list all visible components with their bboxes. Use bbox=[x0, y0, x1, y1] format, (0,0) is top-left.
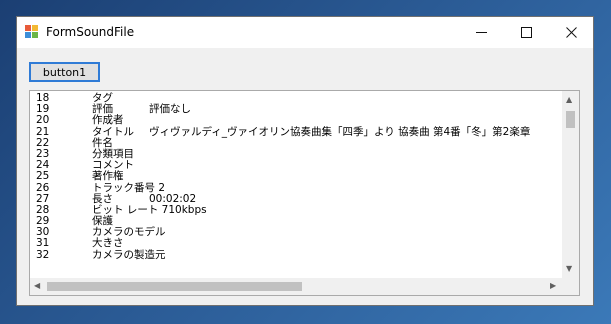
property-name: カメラの製造元 bbox=[92, 248, 166, 261]
multiline-textbox[interactable]: 18 タグ 19 評価 評価なし 20 作成者 21 タイトル ヴィヴァルディ_ヴァイオリン協奏曲… bbox=[29, 90, 580, 296]
maximize-icon bbox=[521, 27, 532, 38]
line-number: 32 bbox=[36, 248, 50, 261]
horizontal-scroll-thumb[interactable] bbox=[47, 282, 302, 291]
scroll-up-icon[interactable]: ▲ bbox=[566, 96, 572, 104]
close-icon bbox=[566, 27, 577, 38]
property-value: 評価なし bbox=[149, 103, 191, 116]
title-bar[interactable]: FormSoundFile bbox=[17, 17, 593, 48]
property-name: 著作権 bbox=[92, 170, 124, 183]
window-title: FormSoundFile bbox=[46, 25, 135, 39]
minimize-button[interactable] bbox=[459, 17, 504, 48]
close-button[interactable] bbox=[549, 17, 594, 48]
horizontal-scrollbar[interactable]: ◀ ▶ bbox=[30, 278, 562, 295]
line-number: 25 bbox=[36, 170, 50, 183]
property-name: 作成者 bbox=[92, 114, 124, 127]
line-number: 20 bbox=[36, 114, 50, 127]
vertical-scrollbar[interactable]: ▲ ▼ bbox=[562, 91, 579, 278]
main-window: FormSoundFile button1 18 タグ 19 評価 評価なし 20 作成者 2… bbox=[16, 16, 594, 306]
scrollbar-corner bbox=[562, 278, 579, 295]
minimize-icon bbox=[476, 32, 487, 33]
scroll-left-icon[interactable]: ◀ bbox=[34, 282, 40, 290]
property-value: ヴィヴァルディ_ヴァイオリン協奏曲集「四季」より 協奏曲 第4番「冬」第2楽章 bbox=[149, 125, 531, 138]
line-number: 31 bbox=[36, 237, 50, 250]
scroll-right-icon[interactable]: ▶ bbox=[550, 282, 556, 290]
property-name: 大きさ bbox=[92, 237, 124, 250]
button1[interactable]: button1 bbox=[29, 62, 100, 82]
app-icon[interactable] bbox=[25, 25, 39, 39]
scroll-down-icon[interactable]: ▼ bbox=[566, 265, 572, 273]
vertical-scroll-thumb[interactable] bbox=[566, 111, 575, 128]
maximize-button[interactable] bbox=[504, 17, 549, 48]
